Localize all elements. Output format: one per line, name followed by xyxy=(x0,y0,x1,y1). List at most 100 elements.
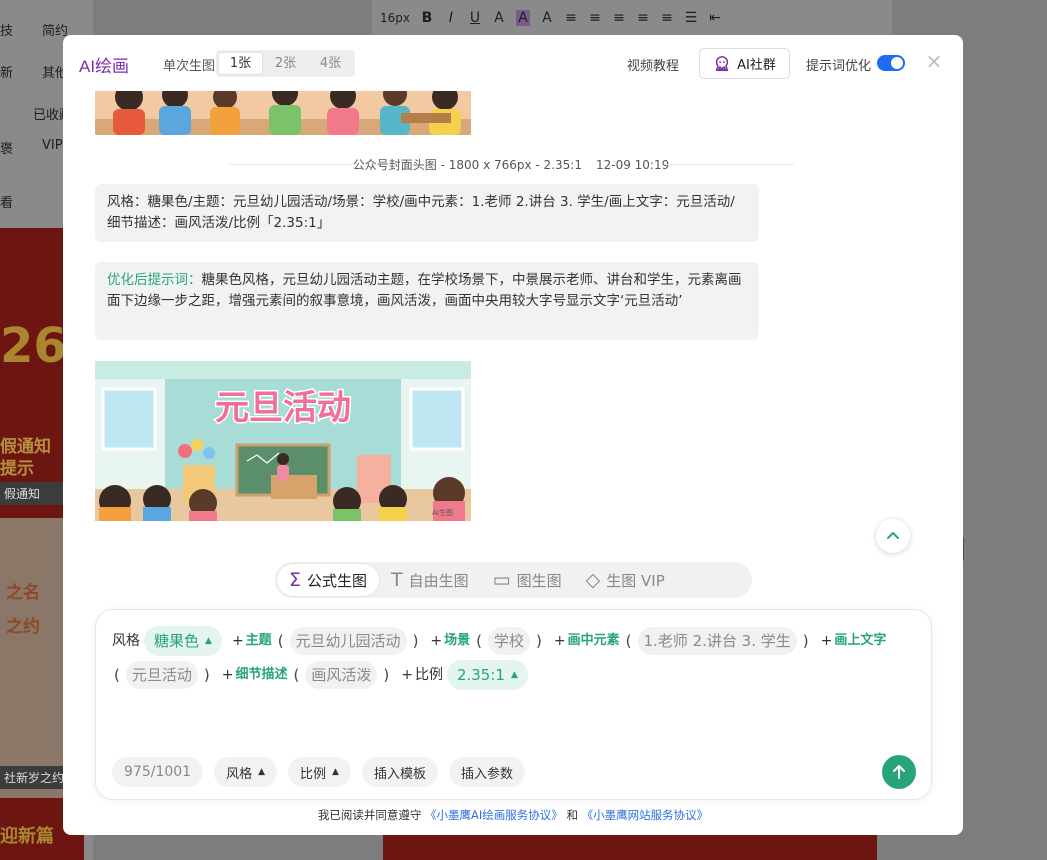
bg-poster-text: 26 xyxy=(0,318,67,374)
detail-keyword: 细节描述 xyxy=(235,667,288,682)
bg-poster-text: 之名 xyxy=(6,583,40,603)
scroll-to-top-button[interactable] xyxy=(876,519,910,553)
tab-image-to-image[interactable]: ▭ 图生图 xyxy=(481,564,574,596)
ratio-select[interactable]: 2.35:1 ▲ xyxy=(446,660,528,690)
tab-free[interactable]: T 自由生图 xyxy=(379,564,481,596)
tab-formula[interactable]: Σ 公式生图 xyxy=(277,564,380,596)
style-value: 糖果色 xyxy=(154,632,200,650)
image-meta: 公众号封面头图 - 1800 x 766px - 2.35:1 12-09 10:… xyxy=(228,156,794,173)
caret-up-icon: ▲ xyxy=(510,670,518,680)
align-right-icon: ≡ xyxy=(613,10,625,26)
video-tutorial-link[interactable]: 视频教程 xyxy=(627,55,679,74)
caret-up-icon: ▲ xyxy=(332,767,339,777)
diamond-icon: ◇ xyxy=(585,568,601,591)
site-agreement-link[interactable]: 《小墨鹰网站服务协议》 xyxy=(582,808,709,822)
dialog-title: AI绘画 xyxy=(79,57,130,76)
align-center-icon: ≡ xyxy=(589,10,601,26)
ai-community-button[interactable]: AI社群 xyxy=(699,48,790,79)
justify-icon: ≡ xyxy=(637,10,649,26)
line-height-icon: ☰ xyxy=(684,10,698,26)
clear-format-icon: A xyxy=(542,10,552,26)
ratio-dropdown-label: 比例 xyxy=(300,766,327,782)
scene-keyword: 场景 xyxy=(444,633,471,648)
agreement-prefix: 我已阅读并同意遵守 xyxy=(317,808,422,822)
align-left-icon: ≡ xyxy=(565,10,577,26)
bg-menu-item: 褒 xyxy=(0,142,14,157)
close-icon[interactable]: × xyxy=(925,51,943,71)
plus-sign: + xyxy=(231,633,244,649)
formula-builder: 风格 糖果色 ▲ + 主题 (元旦幼儿园活动) + 场景 (学校) + 画中元素 (1.… xyxy=(110,624,910,692)
plus-sign: + xyxy=(820,633,833,649)
char-count: 975/1001 xyxy=(112,757,204,787)
underline-icon: U xyxy=(469,10,481,26)
previous-result-image[interactable] xyxy=(95,91,471,135)
tab-vip[interactable]: ◇ 生图 VIP xyxy=(574,564,677,596)
prompt-optimize-label: 提示词优化 xyxy=(806,59,872,74)
caret-up-icon: ▲ xyxy=(205,636,212,646)
chevron-up-icon xyxy=(887,532,899,539)
prompt-bubble: 风格：糖果色/主题：元旦幼儿园活动/场景：学校/画中元素：1.老师 2.讲台 3… xyxy=(95,184,759,242)
bg-poster-text: 提示 xyxy=(0,459,34,479)
bg-menu-item: 新 xyxy=(0,66,14,81)
text-t-icon: T xyxy=(391,568,403,591)
italic-icon: I xyxy=(448,10,454,26)
optimized-prompt-bubble: 优化后提示词：糖果色风格，元旦幼儿园活动主题，在学校场景下，中景展示老师、讲台和… xyxy=(95,262,759,340)
text-input[interactable]: 元旦活动 xyxy=(125,661,198,689)
font-size-select: 16px xyxy=(380,11,410,25)
tab-formula-label: 公式生图 xyxy=(307,571,368,590)
count-option-4[interactable]: 4张 xyxy=(308,52,353,75)
plus-sign: + xyxy=(401,667,413,683)
ratio-dropdown-button[interactable]: 比例 ▲ xyxy=(288,757,351,787)
send-button[interactable] xyxy=(882,755,916,789)
generated-image[interactable]: 元旦活动 AI生图 xyxy=(95,361,471,521)
style-label: 风格 xyxy=(112,633,140,649)
generation-mode-tabs: Σ 公式生图 T 自由生图 ▭ 图生图 ◇ 生图 VIP xyxy=(275,562,752,598)
image-title-text: 元旦活动 xyxy=(215,388,351,428)
style-dropdown-button[interactable]: 风格 ▲ xyxy=(214,757,278,787)
bg-poster-text: 迎新篇 xyxy=(0,826,54,847)
plus-sign: + xyxy=(430,633,443,649)
background-poster-bottom xyxy=(383,835,877,860)
bg-menu-item: VIP xyxy=(42,138,63,153)
tab-free-label: 自由生图 xyxy=(408,571,469,590)
count-option-1[interactable]: 1张 xyxy=(218,52,263,75)
ratio-label: 比例 xyxy=(414,667,443,683)
sigma-icon: Σ xyxy=(289,568,302,591)
image-meta-time: 12-09 10:19 xyxy=(595,158,670,172)
theme-input[interactable]: 元旦幼儿园活动 xyxy=(289,627,407,655)
count-option-2[interactable]: 2张 xyxy=(263,52,308,75)
style-dropdown-label: 风格 xyxy=(226,766,253,782)
detail-input[interactable]: 画风活泼 xyxy=(305,661,378,689)
text-keyword: 画上文字 xyxy=(834,633,887,648)
agreement-notice: 我已阅读并同意遵守 《小墨鹰AI绘画服务协议》 和 《小墨鹰网站服务协议》 xyxy=(63,807,963,823)
image-count-selector: 1张 2张 4张 xyxy=(216,50,355,77)
indent-icon: ≡ xyxy=(661,10,673,26)
dialog-header: AI绘画 单次生图 1张 2张 4张 视频教程 AI社群 提示词优化 × xyxy=(63,35,963,91)
highlight-icon: A xyxy=(516,10,530,26)
style-select[interactable]: 糖果色 ▲ xyxy=(144,626,222,656)
ai-painting-agreement-link[interactable]: 《小墨鹰AI绘画服务协议》 xyxy=(425,808,563,822)
image-count-label: 单次生图 xyxy=(163,59,216,74)
arrow-up-icon xyxy=(893,765,905,779)
plus-sign: + xyxy=(553,633,566,649)
plus-sign: + xyxy=(221,667,234,683)
bg-poster-text: 之约 xyxy=(6,617,40,637)
optimized-prompt-label: 优化后提示词： xyxy=(107,272,202,288)
elements-input[interactable]: 1.老师 2.讲台 3. 学生 xyxy=(637,627,797,655)
bg-menu-item: 技 xyxy=(0,24,14,39)
image-meta-size: 公众号封面头图 - 1800 x 766px - 2.35:1 xyxy=(352,158,582,172)
ai-painting-dialog: AI绘画 单次生图 1张 2张 4张 视频教程 AI社群 提示词优化 × 公众号… xyxy=(63,35,963,835)
bg-menu-item: 看 xyxy=(0,196,14,211)
font-color-icon: A xyxy=(494,10,504,26)
insert-params-button[interactable]: 插入参数 xyxy=(448,757,525,787)
theme-keyword: 主题 xyxy=(245,633,272,648)
image-watermark: AI生图 xyxy=(432,508,453,517)
agreement-and: 和 xyxy=(566,808,578,822)
scene-input[interactable]: 学校 xyxy=(488,627,531,655)
editor-actions: 975/1001 风格 ▲ 比例 ▲ 插入模板 插入参数 xyxy=(112,757,525,787)
optimized-prompt-text: 糖果色风格，元旦幼儿园活动主题，在学校场景下，中景展示老师、讲台和学生，元素离画… xyxy=(107,272,742,309)
insert-template-button[interactable]: 插入模板 xyxy=(361,757,438,787)
ratio-value: 2.35:1 xyxy=(456,666,505,684)
background-editor-toolbar: 16px B I U A A A ≡ ≡ ≡ ≡ ≡ ☰ ⇤ xyxy=(372,0,892,36)
prompt-optimize-toggle[interactable] xyxy=(877,55,905,71)
